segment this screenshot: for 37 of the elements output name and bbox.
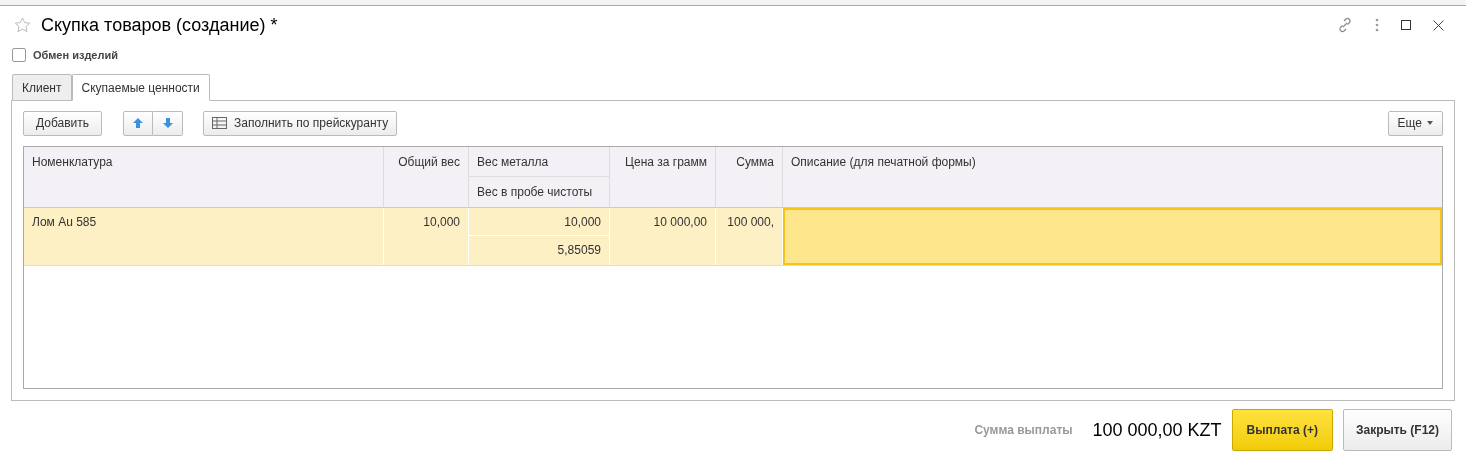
- pay-button[interactable]: Выплата (+): [1231, 409, 1333, 451]
- tab[interactable]: Клиент: [12, 74, 72, 101]
- checkbox[interactable]: [12, 48, 26, 62]
- table-cell-text: 10,000: [564, 213, 601, 231]
- column-header[interactable]: Сумма: [736, 153, 774, 171]
- maximize-icon[interactable]: [1401, 20, 1411, 30]
- column-header[interactable]: Общий вес: [398, 153, 460, 171]
- down-arrow-icon: [161, 117, 174, 129]
- table-icon: [212, 117, 228, 129]
- tab[interactable]: Скупаемые ценности: [71, 74, 210, 101]
- table-cell-text: 10 000,00: [653, 214, 707, 231]
- window-title: Скупка товаров (создание) *: [41, 13, 278, 37]
- payout-label: Сумма выплаты: [974, 422, 1073, 439]
- more-icon[interactable]: [1375, 18, 1379, 32]
- move-down-button[interactable]: [153, 110, 184, 136]
- star-icon[interactable]: [14, 17, 31, 33]
- column-header[interactable]: Номенклатура: [32, 153, 113, 171]
- column-header[interactable]: Цена за грамм: [625, 153, 707, 171]
- close-button[interactable]: Закрыть (F12): [1342, 409, 1452, 451]
- column-header[interactable]: Описание (для печатной формы): [791, 153, 976, 171]
- add-button[interactable]: Добавить: [23, 110, 103, 136]
- payout-total: 100 000,00 KZT: [1092, 418, 1222, 442]
- table-cell-text: 10,000: [423, 214, 460, 231]
- table-cell-text: 100 000,: [727, 214, 774, 231]
- table-cell-text: Лом Au 585: [32, 214, 97, 231]
- fill-by-price-list-button[interactable]: Заполнить по прейскуранту: [203, 110, 398, 136]
- close-icon[interactable]: [1433, 19, 1444, 31]
- move-up-button[interactable]: [123, 110, 154, 136]
- table-cell-text: 5,85059: [557, 242, 601, 259]
- caret-icon: [1427, 121, 1433, 125]
- table-row[interactable]: Лом Au 585 10,000 10,000 5,85059 10 000,00 100 000,: [24, 208, 1442, 266]
- column-header[interactable]: Вес в пробе чистоты: [477, 183, 593, 201]
- column-header[interactable]: Вес металла: [477, 152, 549, 171]
- link-icon[interactable]: [1337, 17, 1353, 33]
- more-button[interactable]: Еще: [1387, 110, 1443, 136]
- checkbox-label: Обмен изделий: [33, 47, 118, 63]
- up-arrow-icon: [132, 117, 145, 129]
